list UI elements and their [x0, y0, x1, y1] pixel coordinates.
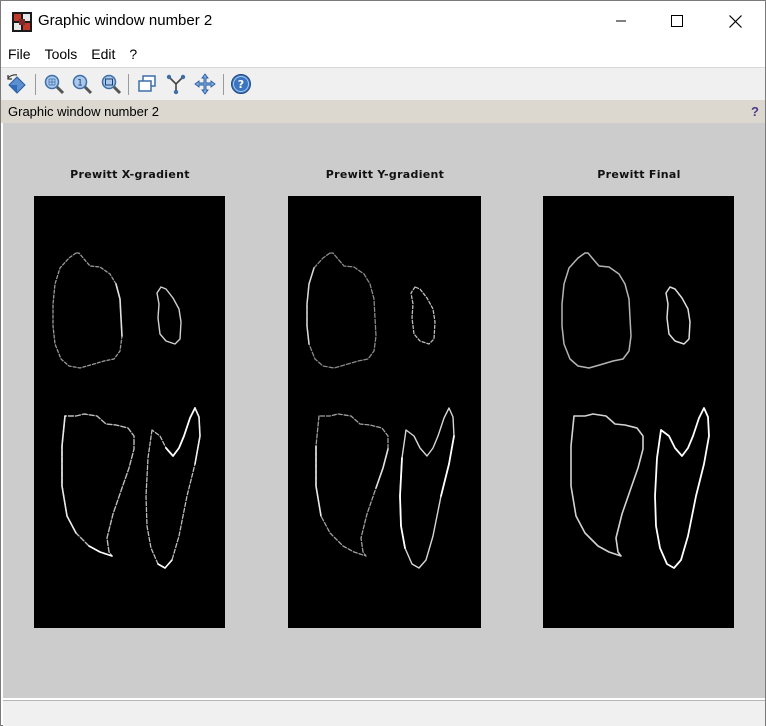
datatips-icon — [138, 75, 156, 92]
toolbar-separator — [223, 74, 224, 95]
plot-x-gradient[interactable] — [34, 196, 225, 628]
zoom-area-button[interactable] — [42, 72, 66, 96]
info-help-button[interactable]: ? — [751, 104, 759, 119]
plot-title-y-gradient: Prewitt Y-gradient — [325, 168, 445, 181]
pan-icon — [194, 73, 216, 95]
help-button[interactable]: ? — [229, 72, 253, 96]
menu-edit[interactable]: Edit — [84, 46, 122, 62]
plot-canvas[interactable]: Prewitt X-gradient Prewitt Y-gradient Pr… — [3, 123, 765, 698]
datatips-button[interactable] — [135, 72, 159, 96]
plot-final[interactable] — [543, 196, 734, 628]
title-bar[interactable]: Graphic window number 2 — [1, 1, 765, 41]
rotate-button[interactable] — [5, 72, 29, 96]
maximize-button[interactable] — [648, 1, 706, 41]
zoom-button[interactable] — [99, 72, 123, 96]
edge-image-x-gradient — [52, 252, 201, 569]
status-bar — [3, 700, 765, 726]
minimize-icon — [616, 20, 626, 22]
close-button[interactable] — [706, 1, 764, 41]
edge-image-y-gradient — [306, 252, 455, 569]
zoom-icon — [101, 74, 122, 95]
info-bar-label: Graphic window number 2 — [8, 104, 160, 119]
pan-button[interactable] — [193, 72, 217, 96]
window-title: Graphic window number 2 — [38, 12, 213, 29]
menu-help[interactable]: ? — [122, 46, 144, 62]
plot-title-x-gradient: Prewitt X-gradient — [70, 168, 190, 181]
svg-text:?: ? — [238, 78, 244, 91]
graph-button[interactable] — [164, 72, 188, 96]
minimize-button[interactable] — [592, 1, 650, 41]
info-bar: Graphic window number 2 ? — [1, 100, 765, 123]
scilab-app-icon — [12, 12, 32, 32]
rotate-icon — [7, 74, 26, 94]
menu-tools[interactable]: Tools — [38, 46, 85, 62]
zoom-reset-button[interactable]: 1 — [70, 72, 94, 96]
menu-file[interactable]: File — [1, 46, 38, 62]
edge-image-final — [561, 252, 710, 569]
menu-bar: File Tools Edit ? — [1, 42, 765, 66]
plot-y-gradient[interactable] — [288, 196, 481, 628]
toolbar-separator — [35, 74, 36, 95]
zoom-reset-icon: 1 — [72, 74, 93, 95]
graph-icon — [166, 74, 186, 95]
graphic-window: Graphic window number 2 File Tools Edit … — [0, 0, 766, 726]
help-icon: ? — [231, 74, 251, 94]
toolbar-separator — [128, 74, 129, 95]
plot-title-final: Prewitt Final — [597, 168, 681, 181]
zoom-area-icon — [44, 74, 65, 95]
close-icon — [728, 14, 742, 28]
svg-text:1: 1 — [77, 79, 83, 89]
toolbar: 1 ? — [1, 67, 765, 100]
maximize-icon — [671, 15, 683, 27]
